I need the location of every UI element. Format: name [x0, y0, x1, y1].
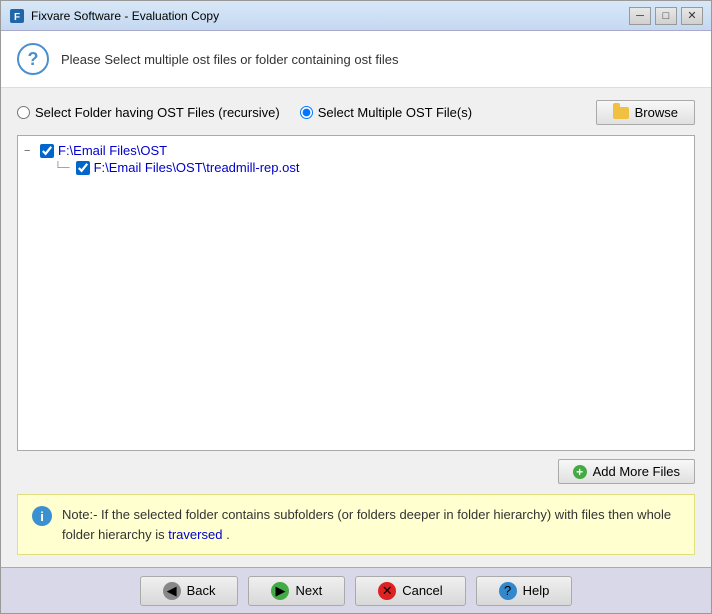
tree-child-node: └─ F:\Email Files\OST\treadmill-rep.ost: [54, 159, 688, 176]
radio-folder-option[interactable]: Select Folder having OST Files (recursiv…: [17, 105, 280, 120]
next-label: Next: [295, 583, 322, 598]
tree-root-checkbox[interactable]: [40, 144, 54, 158]
note-highlight: traversed: [168, 527, 222, 542]
add-more-label: Add More Files: [593, 464, 680, 479]
title-bar-text: Fixvare Software - Evaluation Copy: [31, 9, 629, 23]
help-icon: ?: [499, 582, 517, 600]
cancel-button[interactable]: ✕ Cancel: [355, 576, 465, 606]
tree-child-path[interactable]: F:\Email Files\OST\treadmill-rep.ost: [94, 160, 300, 175]
tree-root-node: − F:\Email Files\OST: [24, 142, 688, 159]
browse-label: Browse: [635, 105, 678, 120]
next-icon: ▶: [271, 582, 289, 600]
note-text-after: .: [226, 527, 230, 542]
back-button[interactable]: ◀ Back: [140, 576, 239, 606]
header-info-icon: ?: [17, 43, 49, 75]
back-label: Back: [187, 583, 216, 598]
tree-connector-icon: └─: [54, 162, 70, 174]
app-icon: F: [9, 8, 25, 24]
tree-root-path[interactable]: F:\Email Files\OST: [58, 143, 167, 158]
cancel-label: Cancel: [402, 583, 442, 598]
radio-files-option[interactable]: Select Multiple OST File(s): [300, 105, 472, 120]
note-info-icon: i: [32, 506, 52, 526]
note-text: Note:- If the selected folder contains s…: [62, 505, 680, 544]
cancel-icon: ✕: [378, 582, 396, 600]
minimize-button[interactable]: ─: [629, 7, 651, 25]
add-more-files-button[interactable]: + Add More Files: [558, 459, 695, 484]
add-icon: +: [573, 465, 587, 479]
file-tree-container[interactable]: − F:\Email Files\OST └─ F:\Email Files\O…: [17, 135, 695, 451]
maximize-button[interactable]: □: [655, 7, 677, 25]
add-more-row: + Add More Files: [17, 459, 695, 484]
next-button[interactable]: ▶ Next: [248, 576, 345, 606]
svg-text:F: F: [14, 12, 20, 23]
close-button[interactable]: ✕: [681, 7, 703, 25]
title-bar: F Fixvare Software - Evaluation Copy ─ □…: [1, 1, 711, 31]
note-area: i Note:- If the selected folder contains…: [17, 494, 695, 555]
radio-files-input[interactable]: [300, 106, 313, 119]
back-icon: ◀: [163, 582, 181, 600]
header-area: ? Please Select multiple ost files or fo…: [1, 31, 711, 88]
footer: ◀ Back ▶ Next ✕ Cancel ? Help: [1, 567, 711, 613]
radio-files-label: Select Multiple OST File(s): [318, 105, 472, 120]
note-text-before: Note:- If the selected folder contains s…: [62, 507, 671, 542]
tree-child-checkbox[interactable]: [76, 161, 90, 175]
main-window: F Fixvare Software - Evaluation Copy ─ □…: [0, 0, 712, 614]
browse-button[interactable]: Browse: [596, 100, 695, 125]
main-content: Select Folder having OST Files (recursiv…: [1, 88, 711, 567]
header-message: Please Select multiple ost files or fold…: [61, 52, 398, 67]
help-button[interactable]: ? Help: [476, 576, 573, 606]
radio-row: Select Folder having OST Files (recursiv…: [17, 100, 695, 125]
title-bar-controls: ─ □ ✕: [629, 7, 703, 25]
folder-icon: [613, 107, 629, 119]
tree-expander-icon[interactable]: −: [24, 145, 36, 157]
radio-folder-label: Select Folder having OST Files (recursiv…: [35, 105, 280, 120]
help-label: Help: [523, 583, 550, 598]
radio-folder-input[interactable]: [17, 106, 30, 119]
